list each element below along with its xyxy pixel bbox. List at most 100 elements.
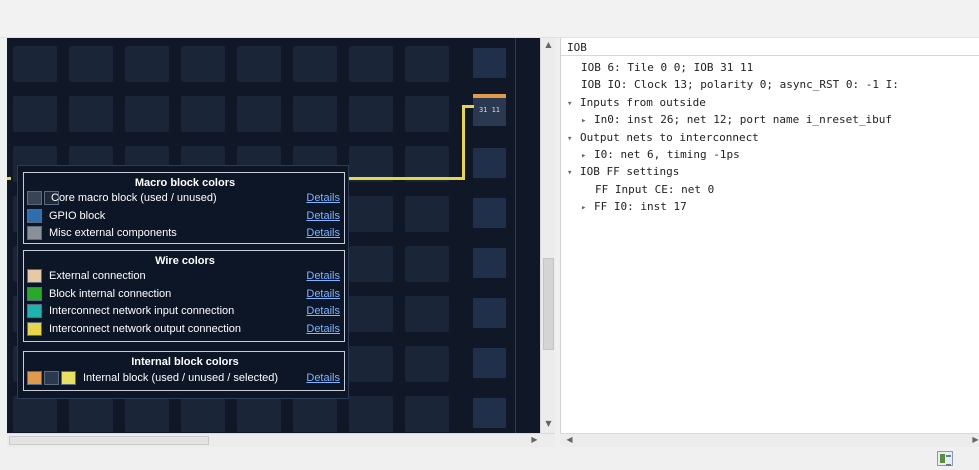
color-swatch bbox=[27, 226, 42, 240]
io-tile[interactable] bbox=[473, 298, 506, 328]
tree-item[interactable]: IOB IO: Clock 13; polarity 0; async_RST … bbox=[581, 76, 899, 93]
color-swatch bbox=[61, 371, 76, 385]
tree-item-label: FF I0: inst 17 bbox=[594, 200, 687, 214]
iob-tile-selected[interactable]: 31 11 bbox=[473, 94, 506, 126]
scroll-right-icon[interactable]: ▶ bbox=[527, 435, 542, 444]
tree-item[interactable]: IOB 6: Tile 0 0; IOB 31 11 bbox=[581, 59, 753, 76]
tree-item[interactable]: ▸ In0: inst 26; net 12; port name i_nrese… bbox=[581, 111, 892, 128]
color-swatch bbox=[27, 208, 42, 223]
tree-item-label: I0: net 6, timing -1ps bbox=[594, 148, 740, 161]
legend-wire-title: Wire colors bbox=[155, 255, 215, 267]
grid-cell bbox=[349, 296, 393, 332]
tree-scroll-right-icon[interactable]: ▶ bbox=[968, 435, 979, 444]
tree-scroll-left-icon[interactable]: ◀ bbox=[562, 435, 577, 444]
legend-internal-section: Internal block colors Internal block (us… bbox=[23, 351, 345, 391]
legend-row: Core macro block (used / unused) Details bbox=[27, 191, 343, 206]
grid-cell bbox=[13, 46, 57, 82]
grid-cell bbox=[69, 96, 113, 132]
legend-row: Interconnect network output connection De… bbox=[27, 321, 343, 337]
grid-cell bbox=[293, 396, 337, 432]
wire-output-left-stub bbox=[7, 177, 11, 180]
expand-right-icon[interactable]: ▸ bbox=[581, 200, 594, 217]
top-toolbar bbox=[0, 0, 979, 38]
tree-horizontal-scrollbar[interactable]: ◀ ▶ bbox=[560, 433, 979, 447]
tree-item-label: IOB FF settings bbox=[580, 165, 680, 179]
legend-wire-section: Wire colors External connection Details Bl… bbox=[23, 250, 345, 342]
grid-cell bbox=[125, 46, 169, 82]
expand-down-icon[interactable]: ▾ bbox=[567, 131, 580, 148]
grid-cell bbox=[293, 96, 337, 132]
panel-toggle-icon[interactable] bbox=[937, 451, 953, 466]
grid-cell bbox=[405, 346, 449, 382]
legend-macro-title: Macro block colors bbox=[134, 177, 236, 189]
vertical-scroll-thumb[interactable] bbox=[543, 258, 554, 350]
grid-cell bbox=[349, 196, 393, 232]
io-tile[interactable] bbox=[473, 348, 506, 378]
io-tile[interactable] bbox=[473, 198, 506, 228]
grid-cell bbox=[405, 396, 449, 432]
io-tile[interactable] bbox=[473, 248, 506, 278]
canvas-horizontal-scrollbar[interactable]: ▶ bbox=[7, 433, 555, 447]
details-link[interactable]: Details bbox=[306, 210, 340, 222]
details-link[interactable]: Details bbox=[306, 270, 340, 282]
details-link[interactable]: Details bbox=[306, 323, 340, 335]
horizontal-scroll-thumb[interactable] bbox=[9, 436, 209, 445]
scroll-down-icon[interactable]: ▼ bbox=[541, 419, 556, 428]
grid-cell bbox=[405, 46, 449, 82]
tree-item[interactable]: FF Input CE: net 0 bbox=[595, 181, 714, 198]
grid-cell bbox=[237, 396, 281, 432]
color-swatch bbox=[27, 304, 42, 318]
legend-row-label: Interconnect network input connection bbox=[49, 305, 235, 317]
details-link[interactable]: Details bbox=[306, 372, 340, 384]
legend-row-label: Interconnect network output connection bbox=[49, 322, 242, 335]
tree-item[interactable]: ▸ FF I0: inst 17 bbox=[581, 198, 687, 215]
color-swatch bbox=[27, 371, 42, 385]
grid-cell bbox=[349, 346, 393, 382]
details-link[interactable]: Details bbox=[306, 288, 340, 300]
tree-column-header[interactable]: IOB bbox=[561, 38, 979, 56]
scroll-up-icon[interactable]: ▲ bbox=[541, 40, 556, 49]
grid-cell bbox=[125, 396, 169, 432]
color-legend: Macro block colors Core macro block (use… bbox=[17, 165, 349, 399]
details-link[interactable]: Details bbox=[306, 227, 340, 239]
properties-tree[interactable]: IOB IOB 6: Tile 0 0; IOB 31 11 IOB IO: Cl… bbox=[560, 38, 979, 434]
grid-cell bbox=[69, 46, 113, 82]
fpga-canvas[interactable]: 31 11 Macro block colors Core macro bloc… bbox=[7, 38, 540, 433]
grid-cell bbox=[181, 396, 225, 432]
expand-down-icon[interactable]: ▾ bbox=[567, 165, 580, 182]
grid-cell bbox=[405, 246, 449, 282]
tree-item-label: Inputs from outside bbox=[580, 95, 706, 109]
legend-row: Internal block (used / unused / selected… bbox=[27, 371, 343, 386]
grid-cell bbox=[13, 96, 57, 132]
legend-row: External connection Details bbox=[27, 269, 343, 284]
canvas-vertical-scrollbar[interactable]: ▲ ▼ bbox=[540, 38, 555, 433]
tree-item-label: IOB 6: Tile 0 0; IOB 31 11 bbox=[581, 61, 754, 74]
grid-cell bbox=[293, 46, 337, 82]
legend-row-label: External connection bbox=[49, 270, 146, 282]
tree-item[interactable]: ▸ I0: net 6, timing -1ps bbox=[581, 146, 740, 163]
grid-cell bbox=[237, 46, 281, 82]
io-tile[interactable] bbox=[473, 48, 506, 78]
grid-cell bbox=[349, 96, 393, 132]
wire-output-stub bbox=[462, 105, 474, 108]
legend-row: Block internal connection Details bbox=[27, 286, 343, 302]
details-link[interactable]: Details bbox=[306, 305, 340, 317]
grid-cell bbox=[349, 46, 393, 82]
iob-tile-label: 31 11 bbox=[478, 106, 501, 114]
tree-item[interactable]: ▾ IOB FF settings bbox=[567, 163, 679, 180]
grid-cell bbox=[405, 296, 449, 332]
grid-cell bbox=[349, 246, 393, 282]
legend-row: GPIO block Details bbox=[27, 208, 343, 224]
details-link[interactable]: Details bbox=[306, 192, 340, 204]
io-tile[interactable] bbox=[473, 148, 506, 178]
tree-item-label: In0: inst 26; net 12; port name i_nreset… bbox=[594, 113, 893, 127]
expand-down-icon[interactable]: ▾ bbox=[567, 96, 580, 113]
tree-item[interactable]: ▾ Inputs from outside bbox=[567, 94, 706, 111]
tree-item[interactable]: ▾ Output nets to interconnect bbox=[567, 129, 759, 146]
io-tile[interactable] bbox=[473, 398, 506, 428]
color-swatch bbox=[27, 321, 42, 336]
color-swatch bbox=[27, 269, 42, 283]
legend-macro-section: Macro block colors Core macro block (use… bbox=[23, 172, 345, 244]
status-bar bbox=[0, 447, 979, 470]
wire-output-horizontal bbox=[347, 177, 464, 180]
